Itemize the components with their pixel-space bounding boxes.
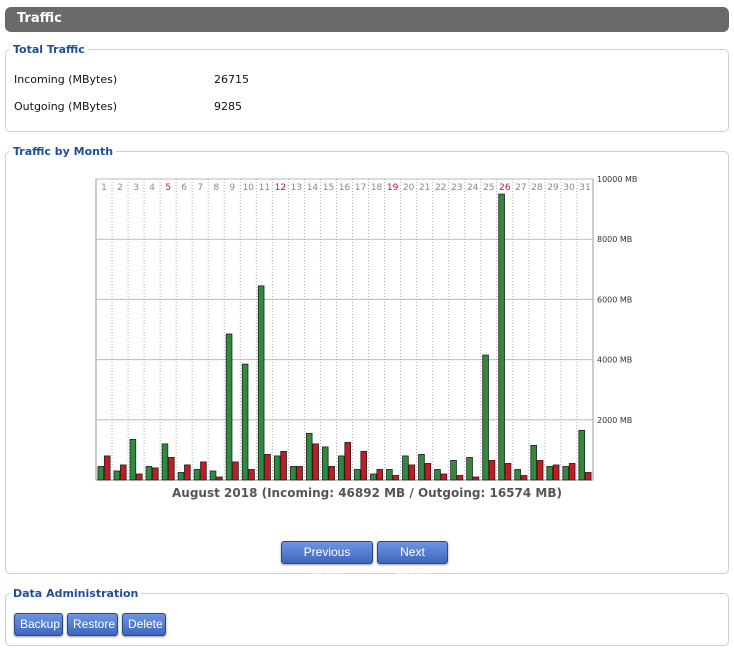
traffic-by-month-legend: Traffic by Month	[13, 145, 114, 158]
restore-button[interactable]: Restore	[67, 613, 118, 636]
next-month-button[interactable]: Next Month	[377, 541, 448, 580]
outgoing-label: Outgoing (MBytes)	[14, 100, 118, 113]
outgoing-value: 9285	[214, 100, 242, 113]
data-administration-legend: Data Administration	[13, 587, 139, 600]
backup-button[interactable]: Backup	[14, 613, 63, 636]
total-traffic-panel: Total Traffic	[5, 43, 729, 132]
incoming-value: 26715	[214, 73, 249, 86]
month-summary: August 2018 (Incoming: 46892 MB / Outgoi…	[172, 486, 562, 500]
delete-button[interactable]: Delete	[122, 613, 166, 636]
page-title: Traffic	[17, 11, 62, 26]
incoming-label: Incoming (MBytes)	[14, 73, 118, 86]
total-traffic-legend: Total Traffic	[13, 43, 85, 56]
page-header: Traffic	[5, 7, 729, 32]
previous-month-button[interactable]: Previous Month	[281, 541, 373, 580]
traffic-by-month-panel: Traffic by Month	[5, 145, 729, 574]
